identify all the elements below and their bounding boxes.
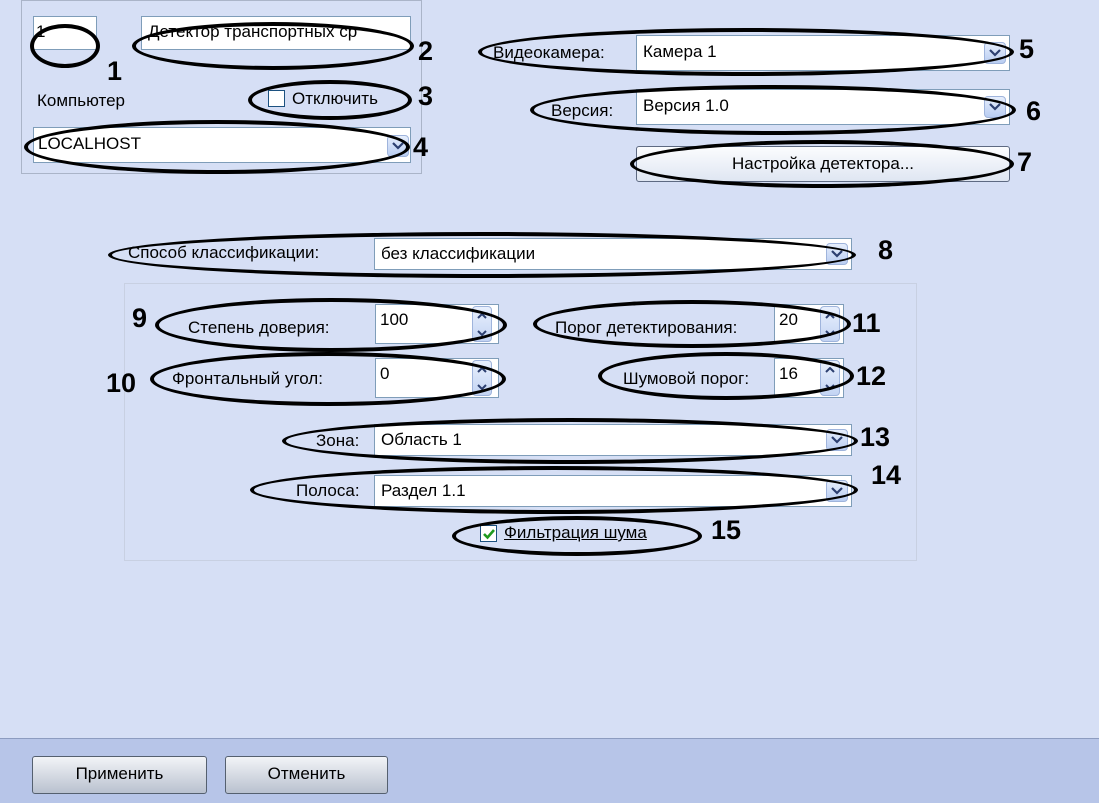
apply-button[interactable]: Применить [32,756,207,794]
classification-select[interactable]: без классификации [374,238,852,270]
callout-9: 9 [132,303,148,333]
detection-threshold-label: Порог детектирования: [555,318,738,337]
classification-label: Способ классификации: [128,243,320,262]
noise-filter-label: Фильтрация шума [504,523,647,542]
callout-8: 8 [878,235,894,265]
callout-15: 15 [711,515,742,545]
spin-up-icon[interactable] [821,361,839,378]
spin-down-icon[interactable] [821,324,839,341]
computer-label: Компьютер [37,91,125,110]
lane-select[interactable]: Раздел 1.1 [374,475,852,507]
callout-4: 4 [413,132,429,162]
callout-7: 7 [1017,147,1033,177]
chevron-down-icon[interactable] [984,42,1006,64]
confidence-spinner[interactable] [472,306,492,342]
checkmark-icon [483,529,495,540]
camera-label: Видеокамера: [493,43,605,62]
callout-10: 10 [106,368,137,398]
noise-filter-checkbox[interactable] [480,525,497,542]
spin-down-icon[interactable] [473,324,491,341]
chevron-down-icon[interactable] [826,243,848,265]
callout-5: 5 [1019,34,1035,64]
version-label: Версия: [551,101,614,120]
chevron-down-icon[interactable] [826,480,848,502]
callout-14: 14 [871,460,902,490]
callout-6: 6 [1026,96,1042,126]
computer-select[interactable]: LOCALHOST [33,127,411,163]
callout-2: 2 [418,36,434,66]
callout-3: 3 [418,81,434,111]
chevron-down-icon[interactable] [984,96,1006,118]
chevron-down-icon[interactable] [826,429,848,451]
noise-threshold-label: Шумовой порог: [623,369,750,388]
spin-up-icon[interactable] [821,307,839,324]
lane-label: Полоса: [296,481,360,500]
zone-label: Зона: [316,431,360,450]
frontal-angle-spinner[interactable] [472,360,492,396]
detection-threshold-spinner[interactable] [820,306,840,342]
callout-11: 11 [852,308,881,338]
noise-threshold-spinner[interactable] [820,360,840,396]
chevron-down-icon[interactable] [387,135,409,157]
object-name-field[interactable]: Детектор транспортных ср [141,16,411,50]
version-select[interactable]: Версия 1.0 [636,89,1010,125]
callout-13: 13 [860,422,891,452]
spin-up-icon[interactable] [473,307,491,324]
spin-up-icon[interactable] [473,361,491,378]
frontal-angle-label: Фронтальный угол: [172,369,323,388]
confidence-label: Степень доверия: [188,318,330,337]
spin-down-icon[interactable] [821,378,839,395]
cancel-button[interactable]: Отменить [225,756,388,794]
disable-checkbox[interactable] [268,90,285,107]
callout-12: 12 [856,361,887,391]
spin-down-icon[interactable] [473,378,491,395]
zone-select[interactable]: Область 1 [374,424,852,456]
callout-1: 1 [107,56,123,86]
camera-select[interactable]: Камера 1 [636,35,1010,71]
disable-label: Отключить [292,89,378,108]
object-id-field[interactable]: 1 [33,16,97,50]
detector-settings-button[interactable]: Настройка детектора... [636,146,1010,182]
